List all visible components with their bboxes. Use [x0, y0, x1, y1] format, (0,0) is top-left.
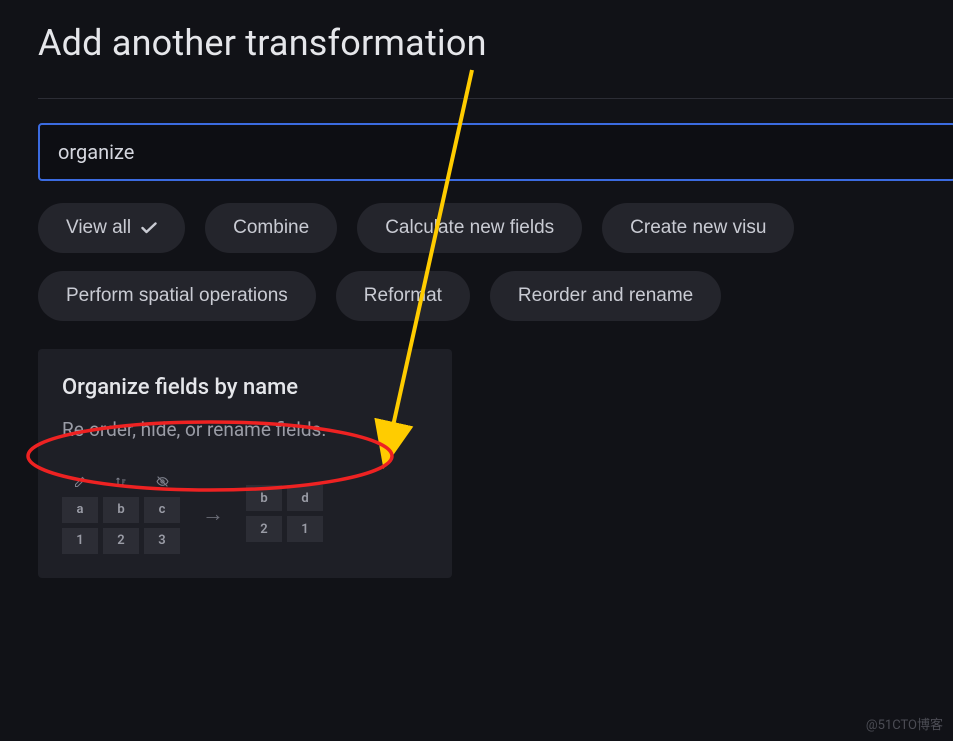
filter-chip-group: View all Combine Calculate new fields Cr…: [38, 203, 953, 321]
diagram-cell: 2: [103, 528, 139, 554]
sort-icon: [103, 474, 139, 490]
chip-calculate-new-fields[interactable]: Calculate new fields: [357, 203, 582, 253]
card-diagram: a b c 1 2 3 → b d 2 1: [62, 474, 428, 554]
divider: [38, 98, 953, 99]
chip-label: Reorder and rename: [518, 285, 693, 307]
chip-label: Perform spatial operations: [66, 285, 288, 307]
arrow-right-icon: →: [202, 501, 224, 527]
chip-label: Reformat: [364, 285, 442, 307]
diagram-right-table: b d 2 1: [246, 485, 323, 542]
diagram-cell: 3: [144, 528, 180, 554]
chip-reformat[interactable]: Reformat: [336, 271, 470, 321]
diagram-cell: 1: [287, 516, 323, 542]
diagram-cell: b: [246, 485, 282, 511]
eye-off-icon: [144, 474, 180, 490]
page-title: Add another transformation: [38, 22, 953, 64]
chip-view-all[interactable]: View all: [38, 203, 185, 253]
diagram-cell: b: [103, 497, 139, 523]
diagram-cell: d: [287, 485, 323, 511]
check-icon: [141, 222, 157, 234]
search-input[interactable]: [58, 140, 936, 164]
search-field-wrapper[interactable]: [38, 123, 953, 181]
chip-label: Create new visu: [630, 217, 766, 239]
chip-label: Calculate new fields: [385, 217, 554, 239]
card-title: Organize fields by name: [62, 375, 428, 400]
diagram-cell: a: [62, 497, 98, 523]
card-description: Re-order, hide, or rename fields.: [62, 416, 428, 444]
chip-label: View all: [66, 217, 131, 239]
chip-reorder-and-rename[interactable]: Reorder and rename: [490, 271, 721, 321]
chip-label: Combine: [233, 217, 309, 239]
watermark: @51CTO博客: [866, 714, 943, 733]
diagram-cell: 1: [62, 528, 98, 554]
diagram-cell: c: [144, 497, 180, 523]
chip-combine[interactable]: Combine: [205, 203, 337, 253]
diagram-cell: 2: [246, 516, 282, 542]
chip-create-new-visualization[interactable]: Create new visu: [602, 203, 794, 253]
pencil-icon: [62, 474, 98, 490]
transformation-card-organize-fields[interactable]: Organize fields by name Re-order, hide, …: [38, 349, 452, 578]
diagram-left-table: a b c 1 2 3: [62, 474, 180, 554]
chip-perform-spatial-operations[interactable]: Perform spatial operations: [38, 271, 316, 321]
